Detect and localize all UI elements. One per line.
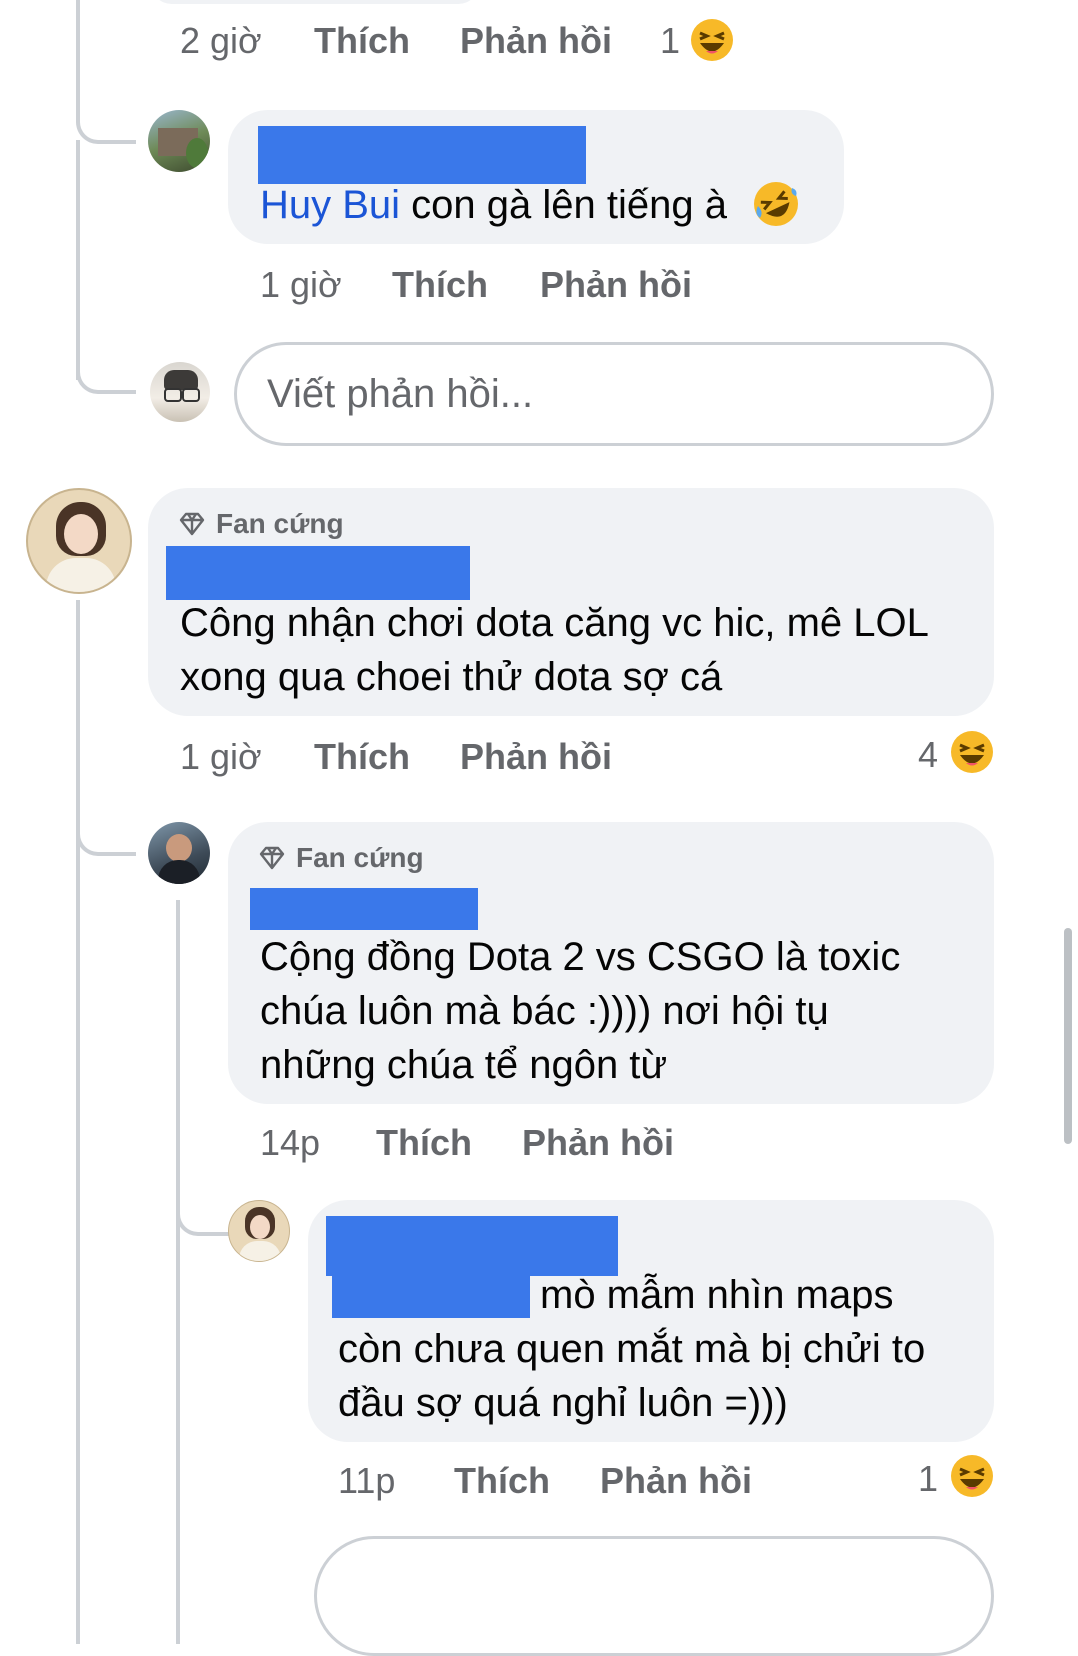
scrollbar[interactable] (1064, 928, 1072, 1144)
comment-time: 1 giờ (260, 264, 342, 305)
comment-time: 1 giờ (180, 736, 262, 777)
comment-text-line: còn chưa quen mắt mà bị chửi to (338, 1327, 926, 1371)
fan-badge-label: Fan cứng (296, 842, 424, 873)
redacted-author-name (166, 546, 470, 600)
mention-link[interactable]: Huy Bui (260, 183, 400, 227)
comment-text-line: mò mẫm nhìn maps (540, 1273, 894, 1317)
current-user-avatar (150, 362, 210, 422)
reply-input[interactable]: Viết phản hồi... (234, 342, 994, 446)
avatar[interactable] (148, 110, 210, 172)
reaction-count[interactable]: 1 (660, 20, 680, 62)
avatar[interactable] (228, 1200, 290, 1262)
redacted-author-name (250, 888, 478, 930)
reply-input-placeholder: Viết phản hồi... (267, 371, 534, 416)
like-button[interactable]: Thích (454, 1460, 550, 1502)
redacted-author-name (326, 1216, 618, 1276)
like-button[interactable]: Thích (314, 20, 410, 62)
like-button[interactable]: Thích (314, 736, 410, 778)
comment-body: con gà lên tiếng à (400, 183, 727, 227)
reply-button[interactable]: Phản hồi (522, 1122, 674, 1164)
diamond-icon (179, 512, 205, 536)
laughing-emoji-icon (691, 19, 733, 61)
like-button[interactable]: Thích (392, 264, 488, 306)
comment-time: 2 giờ (180, 20, 262, 61)
reaction-count[interactable]: 1 (918, 1458, 938, 1500)
fan-badge: Fan cứng (178, 508, 344, 540)
comment-time: 11p (338, 1460, 396, 1501)
thread-curve-reply-1 (76, 100, 136, 144)
reply-input-partial[interactable] (314, 1536, 994, 1656)
thread-curve-c3 (76, 810, 136, 856)
fan-badge-label: Fan cứng (216, 508, 344, 539)
laughing-emoji-icon (951, 1455, 993, 1497)
comment-text-line: chúa luôn mà bác :)))) nơi hội tụ (260, 989, 829, 1033)
comment-text-line: Cộng đồng Dota 2 vs CSGO là toxic (260, 935, 901, 979)
comment-time: 14p (260, 1122, 321, 1163)
reaction-count[interactable]: 4 (918, 734, 938, 776)
rolling-laughing-emoji-icon (754, 182, 798, 226)
reply-button[interactable]: Phản hồi (600, 1460, 752, 1502)
laughing-emoji-icon (951, 731, 993, 773)
diamond-icon (259, 846, 285, 870)
thread-line-c2 (76, 600, 80, 1644)
comment-text: Huy Bui con gà lên tiếng à (260, 178, 727, 232)
thread-curve-input (76, 350, 136, 394)
thread-curve-c4 (176, 1190, 236, 1236)
redacted-author-name (258, 126, 586, 184)
comment-text-line: đầu sợ quá nghỉ luôn =))) (338, 1381, 788, 1425)
redacted-mention (332, 1276, 530, 1318)
comment-text-line: Công nhận chơi dota căng vc hic, mê LOL (180, 601, 929, 645)
avatar[interactable] (26, 488, 132, 594)
thread-line-c3 (176, 900, 180, 1644)
prev-comment-bubble-edge (150, 0, 480, 4)
comment-text-line: xong qua choei thử dota sợ cá (180, 655, 723, 699)
like-button[interactable]: Thích (376, 1122, 472, 1164)
fan-badge: Fan cứng (258, 842, 424, 874)
reply-button[interactable]: Phản hồi (540, 264, 692, 306)
avatar[interactable] (148, 822, 210, 884)
reply-button[interactable]: Phản hồi (460, 20, 612, 62)
reply-button[interactable]: Phản hồi (460, 736, 612, 778)
comment-text-line: những chúa tể ngôn từ (260, 1043, 668, 1087)
thread-line-mid (76, 140, 80, 380)
